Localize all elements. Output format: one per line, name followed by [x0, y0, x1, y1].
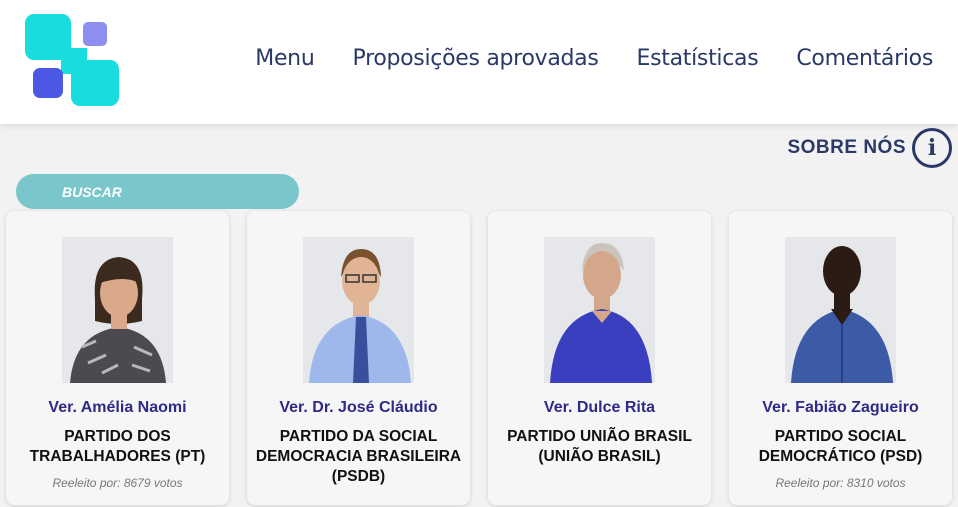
councilor-name: Ver. Dr. José Cláudio — [279, 399, 438, 416]
councilor-photo — [303, 237, 414, 383]
councilor-photo — [785, 237, 896, 383]
councilor-photo — [62, 237, 173, 383]
logo[interactable] — [25, 14, 121, 106]
nav-proposicoes-aprovadas[interactable]: Proposições aprovadas — [352, 46, 598, 71]
about-us-label: SOBRE NÓS — [787, 137, 906, 158]
councilor-party: PARTIDO UNIÃO BRASIL (UNIÃO BRASIL) — [507, 428, 692, 465]
councilor-votes: Reeleito por: 8679 votos — [52, 476, 183, 490]
councilor-card[interactable]: Ver. Dulce Rita PARTIDO UNIÃO BRASIL (UN… — [488, 211, 711, 505]
councilor-party: PARTIDO DOS TRABALHADORES (PT) — [29, 428, 206, 465]
councilor-party: PARTIDO SOCIAL DEMOCRÁTICO (PSD) — [758, 428, 923, 465]
main-nav: Menu Proposições aprovadas Estatísticas … — [255, 46, 933, 71]
logo-icon — [25, 14, 119, 106]
councilor-card[interactable]: Ver. Amélia Naomi PARTIDO DOS TRABALHADO… — [6, 211, 229, 505]
councilor-name: Ver. Fabião Zagueiro — [762, 399, 919, 416]
nav-estatisticas[interactable]: Estatísticas — [637, 46, 759, 71]
nav-menu[interactable]: Menu — [255, 46, 315, 71]
about-us-link[interactable]: SOBRE NÓS i — [787, 128, 952, 168]
search-input[interactable] — [16, 174, 299, 209]
councilor-card[interactable]: Ver. Fabião Zagueiro PARTIDO SOCIAL DEMO… — [729, 211, 952, 505]
councilor-card[interactable]: Ver. Dr. José Cláudio PARTIDO DA SOCIAL … — [247, 211, 470, 505]
councilor-name: Ver. Dulce Rita — [543, 399, 656, 416]
info-icon: i — [912, 128, 952, 168]
councilor-party: PARTIDO DA SOCIAL DEMOCRACIA BRASILEIRA … — [255, 428, 462, 485]
nav-comentarios[interactable]: Comentários — [796, 46, 933, 71]
councilor-name: Ver. Amélia Naomi — [48, 399, 187, 416]
councilor-list: Ver. Amélia Naomi PARTIDO DOS TRABALHADO… — [6, 211, 952, 505]
header: Menu Proposições aprovadas Estatísticas … — [0, 0, 958, 124]
councilor-votes: Reeleito por: 8310 votos — [775, 476, 906, 490]
councilor-photo — [544, 237, 655, 383]
